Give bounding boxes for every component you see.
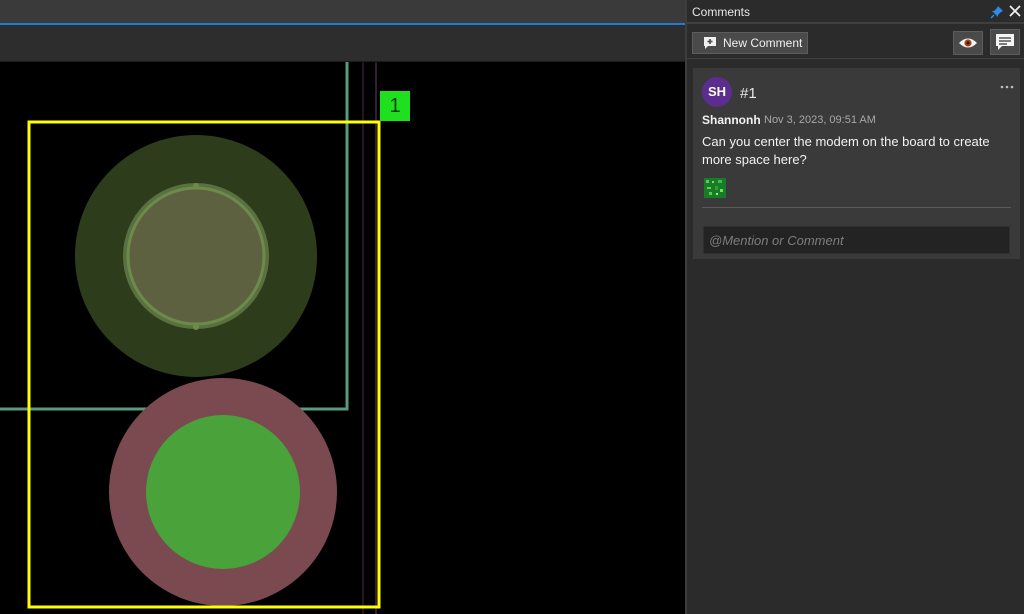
avatar: SH: [702, 77, 732, 107]
comment-body: Can you center the modem on the board to…: [702, 134, 990, 167]
pad-top-dot: [193, 183, 199, 189]
new-comment-button[interactable]: New Comment: [692, 32, 808, 54]
panel-title: Comments: [692, 5, 751, 19]
comment-number: #1: [740, 85, 757, 102]
comment-timestamp: Nov 3, 2023, 09:51 AM: [764, 114, 876, 126]
pad-top-dot: [193, 324, 199, 330]
comments-panel: Comments New Comment SH #1 Shannonh Nov …: [685, 0, 1024, 614]
pcb-canvas[interactable]: [0, 62, 685, 614]
comment-card[interactable]: SH #1 Shannonh Nov 3, 2023, 09:51 AM Can…: [693, 68, 1020, 259]
pcb-editor: 1: [0, 0, 685, 614]
comment-snapshot-thumbnail[interactable]: [704, 178, 726, 198]
pin-icon[interactable]: [989, 4, 1005, 20]
app-root: 1 Comments New Comment SH #1 Shannonh No…: [0, 0, 1024, 614]
panel-header: Comments: [687, 0, 1024, 24]
comments-list-button[interactable]: [990, 29, 1020, 55]
card-divider: [702, 207, 1011, 208]
pad-bottom-inner: [146, 415, 300, 569]
comment-author: Shannonh: [702, 113, 761, 127]
chat-bubble-icon: [996, 34, 1014, 50]
more-horizontal-icon[interactable]: [999, 82, 1015, 92]
comment-plus-icon: [704, 37, 716, 49]
comment-marker[interactable]: 1: [380, 91, 410, 121]
eye-icon: [959, 38, 977, 48]
editor-tab-bar: [0, 0, 685, 25]
editor-toolbar: [0, 25, 685, 62]
new-comment-label: New Comment: [723, 36, 803, 50]
visibility-toggle-button[interactable]: [953, 31, 983, 55]
close-icon[interactable]: [1007, 3, 1023, 19]
panel-toolbar: New Comment: [687, 26, 1024, 59]
reply-input[interactable]: [703, 226, 1010, 254]
